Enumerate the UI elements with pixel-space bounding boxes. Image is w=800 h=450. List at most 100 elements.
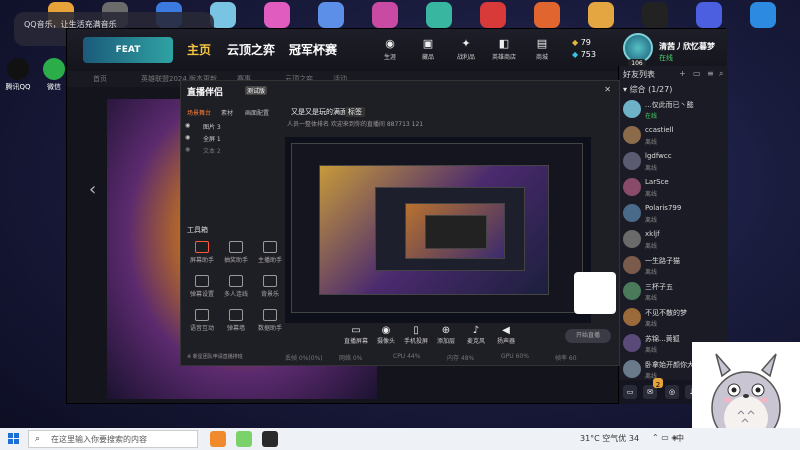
list-icon[interactable]: ≡ [707,69,714,78]
layer-button[interactable]: ⊕ 添加层 [431,325,461,345]
friend-item[interactable]: 三杯子五 离线 [619,279,728,305]
toolbox-item[interactable]: 弹幕设置 [187,275,217,298]
chat-icon[interactable]: ▭ [623,385,637,399]
subnav-item[interactable]: 首页 [93,74,107,84]
taskbar-app-icon[interactable] [210,431,226,447]
friend-group-header[interactable]: ▾ 综合 (1/27) [619,82,728,97]
dock-app-icon[interactable] [426,2,452,28]
mic-icon: ♪ [472,325,480,336]
ime-indicator[interactable]: 中 [676,433,684,444]
friend-item[interactable]: 不见不散的梦 离线 [619,305,728,331]
weather-text[interactable]: 31°C 空气优 34 [580,433,639,444]
champion-store-button[interactable]: ◧ 英雄商店 [487,37,521,61]
tab-tft[interactable]: 云顶之弈 [227,41,275,58]
taskbar-app-icon[interactable] [236,431,252,447]
qq-desktop-icon[interactable]: 腾讯QQ [2,58,34,92]
toolbox-item[interactable]: 数据助手 [255,309,285,332]
loot-button[interactable]: ✦ 战利品 [449,37,483,61]
friend-list: ...仅此而已丶懿 在线 ccastiell 离线 lgdfwcc 离线 LarSce 离线 P… [619,97,728,383]
dock-app-icon[interactable] [480,2,506,28]
windows-start-icon[interactable] [8,433,20,445]
mic-button[interactable]: ♪ 麦克风 [461,325,491,345]
tool-label: 多人连线 [223,291,248,298]
loot-label: 战利品 [456,54,475,61]
friend-name: 不见不散的梦 [645,309,687,317]
friend-name: ...仅此而已丶懿 [645,101,694,109]
toolbox-item[interactable]: 多人连线 [221,275,251,298]
friend-name: xkljf [645,230,660,238]
tool-icon [263,309,277,321]
tab-assets[interactable]: 素材 [221,108,233,117]
mini-totoro-sticker [574,272,616,314]
tool-icon [229,309,243,321]
tool-icon [195,275,209,287]
currency-display: ◆ 79 ◆ 753 [572,37,596,61]
friend-status: 在线 [645,113,658,120]
scene-label: 文本 2 [203,148,221,155]
dock-app-icon[interactable] [264,2,290,28]
friend-name: Polaris799 [645,204,682,212]
speaker-button[interactable]: ◀ 扬声器 [491,325,521,345]
friend-name: 苏锦...黄狐 [645,335,680,343]
eye-icon[interactable]: ◉ [185,134,190,141]
dock-app-icon[interactable] [588,2,614,28]
profile-status[interactable]: 在线 [659,53,673,63]
friend-item[interactable]: lgdfwcc 离线 [619,149,728,175]
dock-app-icon[interactable] [534,2,560,28]
shop-button[interactable]: ▤ 商城 [525,37,559,61]
scene-item[interactable]: ◉ 文本 2 [185,145,275,157]
friend-item[interactable]: LarSce 离线 [619,175,728,201]
tab-home[interactable]: 主页 [187,41,211,58]
taskbar-search-input[interactable]: ⌕ 在这里输入你要搜索的内容 [28,430,198,448]
scene-item[interactable]: ◉ 全屏 1 [185,133,275,145]
dock-app-icon[interactable] [372,2,398,28]
speaker-icon: ◀ [502,325,510,336]
go-live-button[interactable]: 开始直播 [565,329,611,343]
stream-preview[interactable] [285,137,591,323]
eye-icon[interactable]: ◉ [185,122,190,129]
tool-label: 背景乐 [260,291,279,298]
eye-icon[interactable]: ◉ [185,146,190,153]
friend-item[interactable]: xkljf 离线 [619,227,728,253]
camera-button[interactable]: ◉ 摄像头 [371,325,401,345]
tab-championship[interactable]: 冠军杯赛 [289,41,337,58]
dock-app-icon[interactable] [318,2,344,28]
tab-config[interactable]: 画面配置 [245,108,269,117]
toolbox-item[interactable]: 背景乐 [255,275,285,298]
blue-essence-value: 79 [580,38,591,47]
friend-name: ccastiell [645,126,674,134]
screen-button[interactable]: ▭ 直播屏幕 [341,325,371,345]
career-button[interactable]: ◉ 生涯 [373,37,407,61]
collection-button[interactable]: ▣ 藏品 [411,37,445,61]
brand-logo[interactable]: FEAT [83,37,173,63]
toolbox-item[interactable]: 抽奖助手 [221,241,251,264]
room-tag[interactable]: 标签 [345,107,365,117]
dock-app-icon[interactable] [642,2,668,28]
friend-item[interactable]: ccastiell 离线 [619,123,728,149]
dock-app-icon[interactable] [750,2,776,28]
chevron-left-icon[interactable]: ‹ [89,179,96,200]
friend-item[interactable]: 一生路子猫 离线 [619,253,728,279]
tray-icon[interactable]: ⌃ ▭ ◈ [652,433,678,442]
room-title[interactable]: 又是又是玩的满面 [291,107,347,117]
add-friend-icon[interactable]: + [679,69,686,78]
toolbox-item[interactable]: 主播助手 [255,241,285,264]
toolbox-item[interactable]: 语音互动 [187,309,217,332]
friend-item[interactable]: ...仅此而已丶懿 在线 [619,97,728,123]
friend-item[interactable]: Polaris799 离线 [619,201,728,227]
toolbox-item[interactable]: 屏幕助手 [187,241,217,264]
profile-name[interactable]: 清茜丿欣忆暮梦 [659,41,715,52]
preview-layer [425,215,487,249]
toolbox-item[interactable]: 弹幕墙 [221,309,251,332]
tab-scene[interactable]: 场景舞台 [187,108,211,117]
close-icon[interactable]: ✕ [604,85,611,94]
toolbox-note[interactable]: ※ 新星团队申请直播排班 [187,353,243,360]
dock-app-icon[interactable] [696,2,722,28]
party-icon[interactable]: ◎ [665,385,679,399]
folder-icon[interactable]: ▭ [693,69,701,78]
scene-item[interactable]: ◉ 图片 3 [185,121,275,133]
taskbar-app-icon[interactable] [262,431,278,447]
friend-name: 一生路子猫 [645,257,680,265]
phone-cast-button[interactable]: ▯ 手机投屏 [401,325,431,345]
search-icon[interactable]: ⌕ [719,69,723,79]
